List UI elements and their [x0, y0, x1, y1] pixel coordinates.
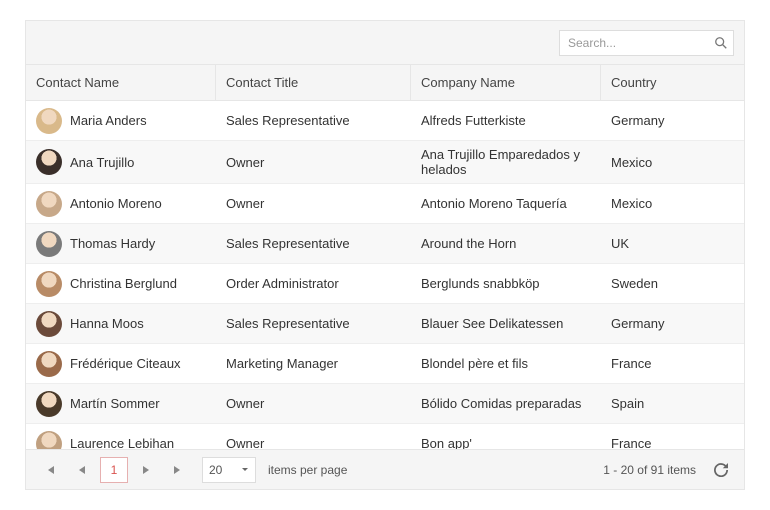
- column-header-country[interactable]: Country: [601, 65, 711, 100]
- cell-country: Mexico: [601, 149, 711, 176]
- pager-page-label: 1: [111, 463, 118, 477]
- contact-name-text: Ana Trujillo: [70, 155, 134, 170]
- table-row[interactable]: Christina Berglund Order AdministratorBer…: [26, 264, 744, 304]
- pager-summary: 1 - 20 of 91 items: [603, 463, 696, 477]
- table-row[interactable]: Antonio Moreno OwnerAntonio Moreno Taquer…: [26, 184, 744, 224]
- cell-company-name: Bólido Comidas preparadas: [411, 390, 601, 417]
- column-header-name[interactable]: Contact Name: [26, 65, 216, 100]
- refresh-icon: [714, 463, 728, 477]
- cell-contact-title: Sales Representative: [216, 230, 411, 257]
- avatar: [36, 271, 62, 297]
- column-header-company[interactable]: Company Name: [411, 65, 601, 100]
- cell-contact-name: Laurence Lebihan: [26, 425, 216, 450]
- cell-country: France: [601, 430, 711, 449]
- avatar: [36, 431, 62, 450]
- table-row[interactable]: Hanna Moos Sales RepresentativeBlauer See…: [26, 304, 744, 344]
- cell-contact-name: Maria Anders: [26, 102, 216, 140]
- column-header-label: Company Name: [421, 75, 515, 90]
- table-row[interactable]: Maria Anders Sales RepresentativeAlfreds …: [26, 101, 744, 141]
- avatar: [36, 351, 62, 377]
- pager-current-page[interactable]: 1: [100, 457, 128, 483]
- contact-name-text: Antonio Moreno: [70, 196, 162, 211]
- search-wrapper: [559, 30, 734, 56]
- cell-company-name: Around the Horn: [411, 230, 601, 257]
- cell-country: Germany: [601, 107, 711, 134]
- page-size-value: 20: [209, 463, 222, 477]
- contact-name-text: Thomas Hardy: [70, 236, 155, 251]
- contact-name-text: Hanna Moos: [70, 316, 144, 331]
- grid-toolbar: [26, 21, 744, 65]
- cell-company-name: Berglunds snabbköp: [411, 270, 601, 297]
- items-per-page-label: items per page: [268, 463, 347, 477]
- cell-company-name: Alfreds Futterkiste: [411, 107, 601, 134]
- cell-company-name: Ana Trujillo Emparedados y helados: [411, 141, 601, 183]
- pager-last-button[interactable]: [164, 457, 192, 483]
- avatar: [36, 311, 62, 337]
- pager-first-button[interactable]: [36, 457, 64, 483]
- avatar: [36, 391, 62, 417]
- column-header-label: Contact Title: [226, 75, 298, 90]
- page-size-select[interactable]: 20: [202, 457, 256, 483]
- cell-contact-name: Christina Berglund: [26, 265, 216, 303]
- cell-contact-name: Ana Trujillo: [26, 143, 216, 181]
- table-row[interactable]: Thomas Hardy Sales RepresentativeAround t…: [26, 224, 744, 264]
- cell-contact-title: Marketing Manager: [216, 350, 411, 377]
- pager: 1 20 items per page 1 - 20 of 91 items: [26, 449, 744, 489]
- contact-name-text: Martín Sommer: [70, 396, 160, 411]
- table-row[interactable]: Frédérique Citeaux Marketing ManagerBlond…: [26, 344, 744, 384]
- contact-name-text: Laurence Lebihan: [70, 436, 174, 449]
- avatar: [36, 231, 62, 257]
- last-page-icon: [172, 464, 184, 476]
- column-header-row: Contact Name Contact Title Company Name …: [26, 65, 744, 101]
- cell-company-name: Bon app': [411, 430, 601, 449]
- column-header-title[interactable]: Contact Title: [216, 65, 411, 100]
- contact-name-text: Frédérique Citeaux: [70, 356, 181, 371]
- cell-contact-name: Antonio Moreno: [26, 185, 216, 223]
- contact-name-text: Christina Berglund: [70, 276, 177, 291]
- cell-contact-title: Owner: [216, 149, 411, 176]
- table-row[interactable]: Martín Sommer OwnerBólido Comidas prepara…: [26, 384, 744, 424]
- first-page-icon: [44, 464, 56, 476]
- avatar: [36, 149, 62, 175]
- pager-prev-button[interactable]: [68, 457, 96, 483]
- table-row[interactable]: Laurence Lebihan OwnerBon app'France: [26, 424, 744, 449]
- cell-contact-name: Hanna Moos: [26, 305, 216, 343]
- cell-contact-name: Thomas Hardy: [26, 225, 216, 263]
- next-page-icon: [141, 465, 151, 475]
- cell-country: Germany: [601, 310, 711, 337]
- cell-contact-title: Order Administrator: [216, 270, 411, 297]
- chevron-down-icon: [241, 466, 249, 474]
- cell-country: Spain: [601, 390, 711, 417]
- cell-contact-title: Owner: [216, 390, 411, 417]
- cell-contact-title: Sales Representative: [216, 107, 411, 134]
- table-row[interactable]: Ana Trujillo OwnerAna Trujillo Emparedado…: [26, 141, 744, 184]
- pager-next-button[interactable]: [132, 457, 160, 483]
- cell-country: UK: [601, 230, 711, 257]
- cell-contact-name: Martín Sommer: [26, 385, 216, 423]
- cell-country: Mexico: [601, 190, 711, 217]
- cell-contact-name: Frédérique Citeaux: [26, 345, 216, 383]
- cell-company-name: Blondel père et fils: [411, 350, 601, 377]
- data-grid: Contact Name Contact Title Company Name …: [25, 20, 745, 490]
- pager-refresh-button[interactable]: [708, 457, 734, 483]
- search-input[interactable]: [559, 30, 734, 56]
- column-header-label: Country: [611, 75, 657, 90]
- cell-company-name: Blauer See Delikatessen: [411, 310, 601, 337]
- column-header-label: Contact Name: [36, 75, 119, 90]
- cell-contact-title: Owner: [216, 430, 411, 449]
- avatar: [36, 191, 62, 217]
- cell-country: Sweden: [601, 270, 711, 297]
- prev-page-icon: [77, 465, 87, 475]
- cell-contact-title: Sales Representative: [216, 310, 411, 337]
- cell-company-name: Antonio Moreno Taquería: [411, 190, 601, 217]
- avatar: [36, 108, 62, 134]
- cell-country: France: [601, 350, 711, 377]
- cell-contact-title: Owner: [216, 190, 411, 217]
- grid-body: Maria AndersSales RepresentativeAlfreds …: [26, 101, 744, 449]
- contact-name-text: Maria Anders: [70, 113, 147, 128]
